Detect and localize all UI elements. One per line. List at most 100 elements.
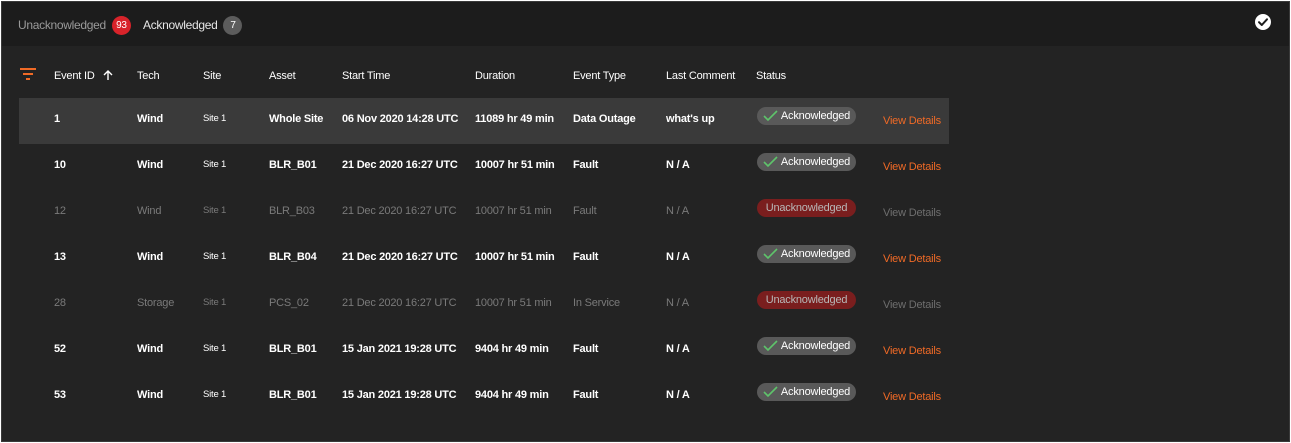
view-details-link[interactable]: View Details [883, 391, 941, 403]
status-badge: Unacknowledged [757, 291, 856, 309]
cell-duration: 10007 hr 51 min [475, 159, 555, 171]
checkmark-icon [763, 248, 778, 260]
tab-acknowledged-label: Acknowledged [143, 18, 218, 32]
cell-event-id: 1 [54, 113, 60, 125]
cell-start-time: 21 Dec 2020 16:27 UTC [342, 159, 458, 171]
status-label: Acknowledged [780, 386, 851, 398]
cell-duration: 11089 hr 49 min [475, 113, 554, 125]
tab-acknowledged[interactable]: Acknowledged 7 [143, 15, 243, 35]
table-header: Event ID Tech Site Asset Start Time Dura… [2, 64, 949, 88]
cell-start-time: 21 Dec 2020 16:27 UTC [342, 205, 457, 217]
checkmark-icon [763, 340, 778, 352]
cell-event-type: Data Outage [573, 113, 636, 125]
cell-site: Site 1 [203, 343, 227, 354]
alerts-panel: Unacknowledged 93 Acknowledged 7 Event I… [1, 1, 1290, 442]
view-details-link[interactable]: View Details [883, 207, 941, 219]
cell-last-comment: what's up [666, 113, 715, 125]
cell-duration: 9404 hr 49 min [475, 389, 549, 401]
cell-start-time: 21 Dec 2020 16:27 UTC [342, 251, 458, 263]
cell-tech: Wind [137, 251, 163, 263]
cell-tech: Wind [137, 159, 163, 171]
cell-start-time: 21 Dec 2020 16:27 UTC [342, 297, 457, 309]
view-details-link[interactable]: View Details [883, 299, 941, 311]
cell-last-comment: N / A [666, 389, 690, 401]
cell-asset: BLR_B04 [269, 251, 317, 263]
cell-event-id: 53 [54, 389, 66, 401]
cell-start-time: 15 Jan 2021 19:28 UTC [342, 343, 457, 355]
status-label: Acknowledged [780, 110, 851, 122]
arrow-up-icon[interactable] [103, 70, 113, 81]
cell-event-id: 28 [54, 297, 66, 309]
cell-asset: Whole Site [269, 113, 324, 125]
column-header-site[interactable]: Site [203, 70, 221, 82]
column-header-asset[interactable]: Asset [269, 70, 296, 82]
cell-event-id: 13 [54, 251, 66, 263]
cell-asset: BLR_B01 [269, 343, 317, 355]
cell-event-type: Fault [573, 251, 599, 263]
status-badge: Unacknowledged [757, 199, 856, 217]
cell-event-type: In Service [573, 297, 620, 309]
cell-last-comment: N / A [666, 205, 689, 217]
column-header-status[interactable]: Status [756, 70, 786, 82]
checkmark-icon [763, 386, 778, 398]
column-header-last-comment[interactable]: Last Comment [666, 70, 735, 82]
status-badge: Acknowledged [757, 337, 856, 355]
status-label: Unacknowledged [765, 294, 848, 306]
status-label: Acknowledged [780, 156, 851, 168]
cell-asset: BLR_B03 [269, 205, 315, 217]
cell-duration: 9404 hr 49 min [475, 343, 549, 355]
check-circle-icon[interactable] [1254, 13, 1272, 31]
cell-tech: Wind [137, 343, 163, 355]
cell-duration: 10007 hr 51 min [475, 251, 555, 263]
tab-unacknowledged[interactable]: Unacknowledged 93 [18, 15, 131, 35]
cell-asset: BLR_B01 [269, 389, 317, 401]
cell-duration: 10007 hr 51 min [475, 297, 552, 309]
cell-event-type: Fault [573, 159, 599, 171]
view-details-link[interactable]: View Details [883, 253, 941, 265]
view-details-link[interactable]: View Details [883, 115, 941, 127]
table-row[interactable]: 12 Wind Site 1 BLR_B03 21 Dec 2020 16:27 UTC… [19, 190, 949, 236]
cell-site: Site 1 [203, 297, 227, 308]
status-badge: Acknowledged [757, 107, 856, 125]
view-details-link[interactable]: View Details [883, 161, 941, 173]
status-label: Acknowledged [780, 248, 851, 260]
cell-last-comment: N / A [666, 251, 690, 263]
table-row[interactable]: 28 Storage Site 1 PCS_02 21 Dec 2020 16:27 U… [19, 282, 949, 328]
checkmark-icon [763, 110, 778, 122]
status-badge: Acknowledged [757, 153, 856, 171]
tab-bar: Unacknowledged 93 Acknowledged 7 [2, 2, 1289, 46]
cell-site: Site 1 [203, 251, 227, 262]
cell-last-comment: N / A [666, 297, 689, 309]
cell-asset: BLR_B01 [269, 159, 317, 171]
column-header-event-id[interactable]: Event ID [54, 70, 113, 82]
acknowledged-count-badge: 7 [223, 15, 243, 35]
cell-site: Site 1 [203, 389, 227, 400]
cell-event-type: Fault [573, 343, 599, 355]
table-row[interactable]: 52 Wind Site 1 BLR_B01 15 Jan 2021 19:28 UTC… [19, 328, 949, 374]
table-row[interactable]: 10 Wind Site 1 BLR_B01 21 Dec 2020 16:27 UTC… [19, 144, 949, 190]
cell-start-time: 15 Jan 2021 19:28 UTC [342, 389, 457, 401]
cell-event-id: 12 [54, 205, 66, 217]
cell-event-id: 52 [54, 343, 66, 355]
table-row[interactable]: 1 Wind Site 1 Whole Site 06 Nov 2020 14:28 U… [19, 98, 949, 144]
table-row[interactable]: 13 Wind Site 1 BLR_B04 21 Dec 2020 16:27 UTC… [19, 236, 949, 282]
column-header-start-time[interactable]: Start Time [342, 70, 390, 82]
table-row[interactable]: 53 Wind Site 1 BLR_B01 15 Jan 2021 19:28 UTC… [19, 374, 949, 420]
unacknowledged-count-badge: 93 [111, 15, 131, 35]
cell-duration: 10007 hr 51 min [475, 205, 552, 217]
column-header-duration[interactable]: Duration [475, 70, 515, 82]
cell-tech: Wind [137, 113, 163, 125]
view-details-link[interactable]: View Details [883, 345, 941, 357]
tab-unacknowledged-label: Unacknowledged [18, 18, 106, 32]
cell-event-type: Fault [573, 205, 597, 217]
cell-asset: PCS_02 [269, 297, 309, 309]
checkmark-icon [763, 156, 778, 168]
column-header-tech[interactable]: Tech [137, 70, 160, 82]
cell-tech: Storage [137, 297, 175, 309]
status-label: Acknowledged [780, 340, 851, 352]
column-header-event-type[interactable]: Event Type [573, 70, 626, 82]
cell-last-comment: N / A [666, 159, 690, 171]
status-badge: Acknowledged [757, 245, 856, 263]
cell-tech: Wind [137, 389, 163, 401]
cell-site: Site 1 [203, 113, 227, 124]
